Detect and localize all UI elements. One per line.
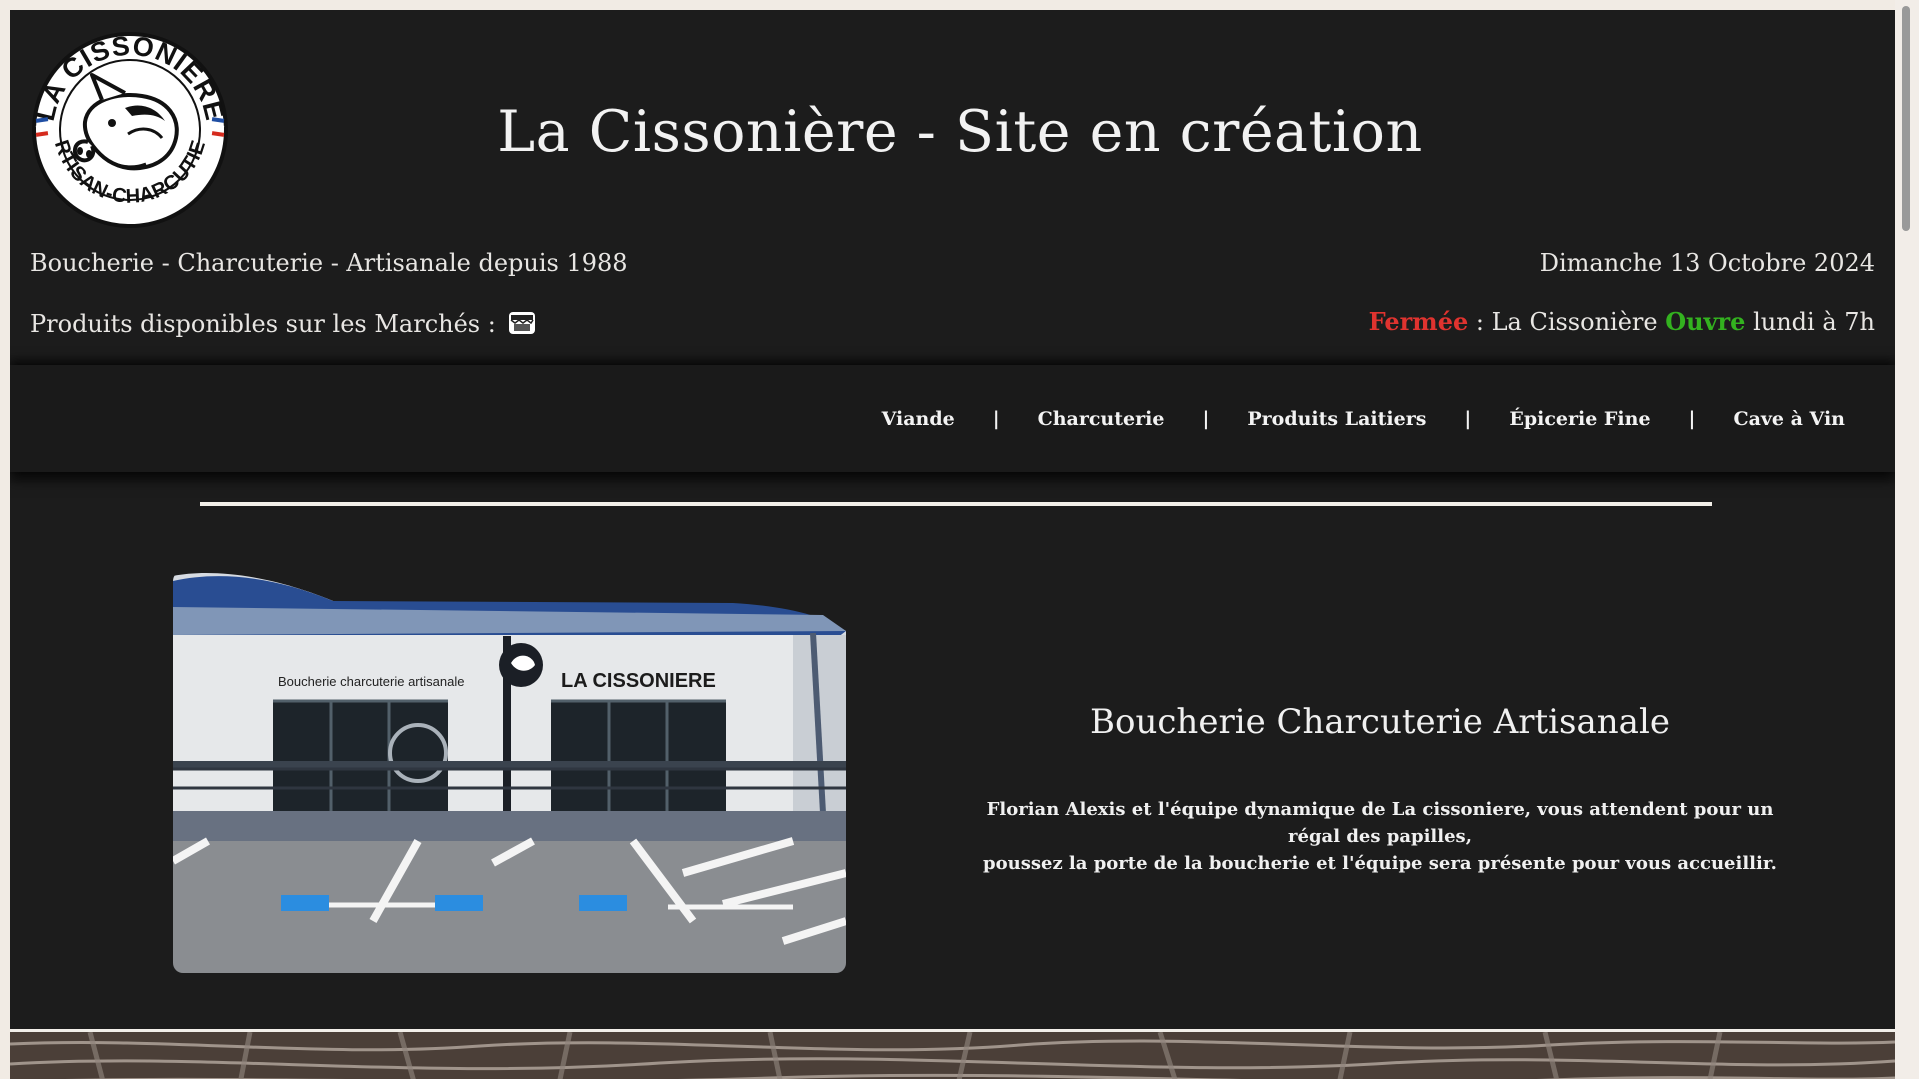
- site-logo[interactable]: LA CISSONIERE ARTISAN-CHARCUTIER: [30, 30, 230, 230]
- nav-cave-a-vin[interactable]: Cave à Vin: [1725, 408, 1853, 430]
- nav-charcuterie[interactable]: Charcuterie: [1030, 408, 1173, 430]
- logo-flag-left: [35, 117, 49, 137]
- opening-status: Fermée : La Cissonière Ouvre lundi à 7h: [1369, 307, 1875, 337]
- storefront-sign-left: Boucherie charcuterie artisanale: [278, 674, 464, 689]
- nav-epicerie-fine[interactable]: Épicerie Fine: [1501, 408, 1658, 430]
- tagline: Boucherie - Charcuterie - Artisanale dep…: [30, 249, 628, 277]
- wood-background-image: [10, 1032, 1895, 1079]
- intro-description: Florian Alexis et l'équipe dynamique de …: [980, 796, 1780, 877]
- site-title: La Cissonière - Site en création: [497, 99, 1423, 166]
- page-frame: LA CISSONIERE ARTISAN-CHARCUTIER La Ci: [10, 10, 1895, 1079]
- intro-line-1: Florian Alexis et l'équipe dynamique de …: [986, 799, 1774, 847]
- market-stall-icon[interactable]: [507, 307, 537, 337]
- nav-separator: |: [1688, 407, 1696, 430]
- status-shop-name: : La Cissonière: [1468, 308, 1666, 336]
- current-date: Dimanche 13 Octobre 2024: [1539, 249, 1875, 277]
- section-divider: [200, 502, 1712, 506]
- logo-flag-right: [211, 117, 225, 137]
- markets-info: Produits disponibles sur les Marchés :: [30, 307, 537, 339]
- markets-label: Produits disponibles sur les Marchés :: [30, 310, 496, 338]
- nav-separator: |: [1464, 407, 1472, 430]
- scrollbar-thumb[interactable]: [1902, 6, 1910, 231]
- status-reopen-text: lundi à 7h: [1745, 308, 1875, 336]
- nav-separator: |: [1202, 407, 1210, 430]
- main-navigation: Viande | Charcuterie | Produits Laitiers…: [10, 365, 1895, 472]
- nav-viande[interactable]: Viande: [874, 408, 963, 430]
- page-scrollbar[interactable]: [1895, 0, 1919, 1079]
- status-closed-label: Fermée: [1368, 307, 1469, 336]
- intro-line-2: poussez la porte de la boucherie et l'éq…: [983, 853, 1777, 874]
- nav-separator: |: [992, 407, 1000, 430]
- navigation-links: Viande | Charcuterie | Produits Laitiers…: [874, 365, 1853, 472]
- nav-produits-laitiers[interactable]: Produits Laitiers: [1239, 408, 1434, 430]
- storefront-sign-right: LA CISSONIERE: [561, 670, 716, 692]
- status-open-label: Ouvre: [1665, 307, 1746, 336]
- storefront-photo: Boucherie charcuterie artisanale LA CISS…: [173, 571, 846, 973]
- intro-section: Boucherie Charcuterie Artisanale Florian…: [980, 700, 1780, 877]
- intro-title: Boucherie Charcuterie Artisanale: [1090, 702, 1670, 742]
